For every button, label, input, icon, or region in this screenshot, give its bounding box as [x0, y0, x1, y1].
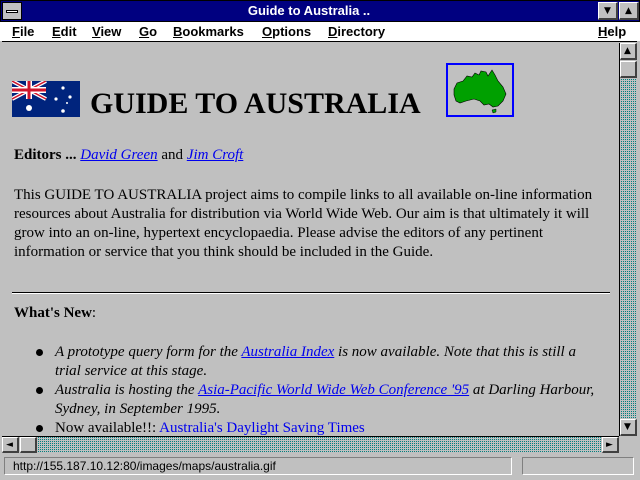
bullet-icon [36, 349, 43, 356]
title-bar: Guide to Australia .. ▼ ▲ [0, 0, 640, 22]
australia-map-link[interactable] [446, 63, 514, 117]
menu-directory[interactable]: Directory [328, 24, 385, 39]
menu-go[interactable]: Go [139, 24, 157, 39]
progress-indicator [522, 457, 634, 475]
menu-options[interactable]: Options [262, 24, 311, 39]
intro-paragraph: This GUIDE TO AUSTRALIA project aims to … [14, 187, 593, 260]
menu-bar: File Edit View Go Bookmarks Options Dire… [0, 22, 640, 42]
minimize-button[interactable]: ▼ [598, 2, 618, 20]
vertical-scroll-track[interactable] [620, 60, 637, 419]
vertical-scroll-thumb[interactable] [620, 61, 637, 78]
page-content: GUIDE TO AUSTRALIA Editors ... David Gre… [2, 43, 618, 436]
scroll-down-button[interactable]: ▼ [620, 419, 637, 436]
scroll-left-button[interactable]: ◄ [2, 437, 19, 453]
and-text: and [161, 147, 184, 163]
arrow-left-icon: ◄ [6, 440, 13, 450]
menu-edit[interactable]: Edit [52, 24, 77, 39]
minimize-icon: ▼ [604, 6, 611, 16]
link-daylight-saving-times[interactable]: Australia's Daylight Saving Times [159, 420, 365, 436]
list-item: Now available!!: Australia's Daylight Sa… [34, 419, 604, 436]
editor-link-david-green[interactable]: David Green [80, 147, 157, 163]
maximize-button[interactable]: ▲ [619, 2, 639, 20]
horizontal-scroll-thumb[interactable] [20, 437, 37, 453]
bullet-icon [36, 425, 43, 432]
menu-view[interactable]: View [92, 24, 121, 39]
status-url: http://155.187.10.12:80/images/maps/aust… [4, 457, 512, 475]
editors-line: Editors ... David Green and Jim Croft [14, 147, 243, 164]
vertical-scrollbar[interactable]: ▲ ▼ [619, 43, 637, 436]
arrow-down-icon: ▼ [624, 422, 631, 432]
bullet-icon [36, 387, 43, 394]
australia-map-icon [453, 69, 507, 114]
menu-bookmarks[interactable]: Bookmarks [173, 24, 244, 39]
arrow-right-icon: ► [606, 440, 613, 450]
page-heading: GUIDE TO AUSTRALIA [90, 87, 421, 120]
list-item: A prototype query form for the Australia… [34, 343, 604, 381]
editors-label: Editors ... [14, 147, 77, 163]
arrow-up-icon: ▲ [624, 46, 631, 56]
maximize-icon: ▲ [625, 6, 632, 16]
australian-flag-icon [12, 81, 80, 117]
list-item: Australia is hosting the Asia-Pacific Wo… [34, 381, 604, 419]
menu-help[interactable]: Help [598, 24, 626, 39]
scroll-up-button[interactable]: ▲ [620, 43, 637, 60]
whats-new-heading: What's New: [14, 305, 97, 321]
horizontal-rule [12, 292, 610, 294]
link-asia-pacific-conference[interactable]: Asia-Pacific World Wide Web Conference '… [198, 382, 469, 398]
menu-file[interactable]: File [12, 24, 34, 39]
scroll-right-button[interactable]: ► [602, 437, 619, 453]
status-bar: http://155.187.10.12:80/images/maps/aust… [0, 453, 640, 480]
window-title: Guide to Australia .. [247, 3, 371, 18]
system-menu-button[interactable] [2, 2, 22, 20]
horizontal-scrollbar[interactable]: ◄ ► [2, 436, 619, 453]
link-australia-index[interactable]: Australia Index [241, 344, 334, 360]
news-list: A prototype query form for the Australia… [34, 343, 604, 436]
horizontal-scroll-track[interactable] [19, 437, 602, 453]
editor-link-jim-croft[interactable]: Jim Croft [187, 147, 244, 163]
